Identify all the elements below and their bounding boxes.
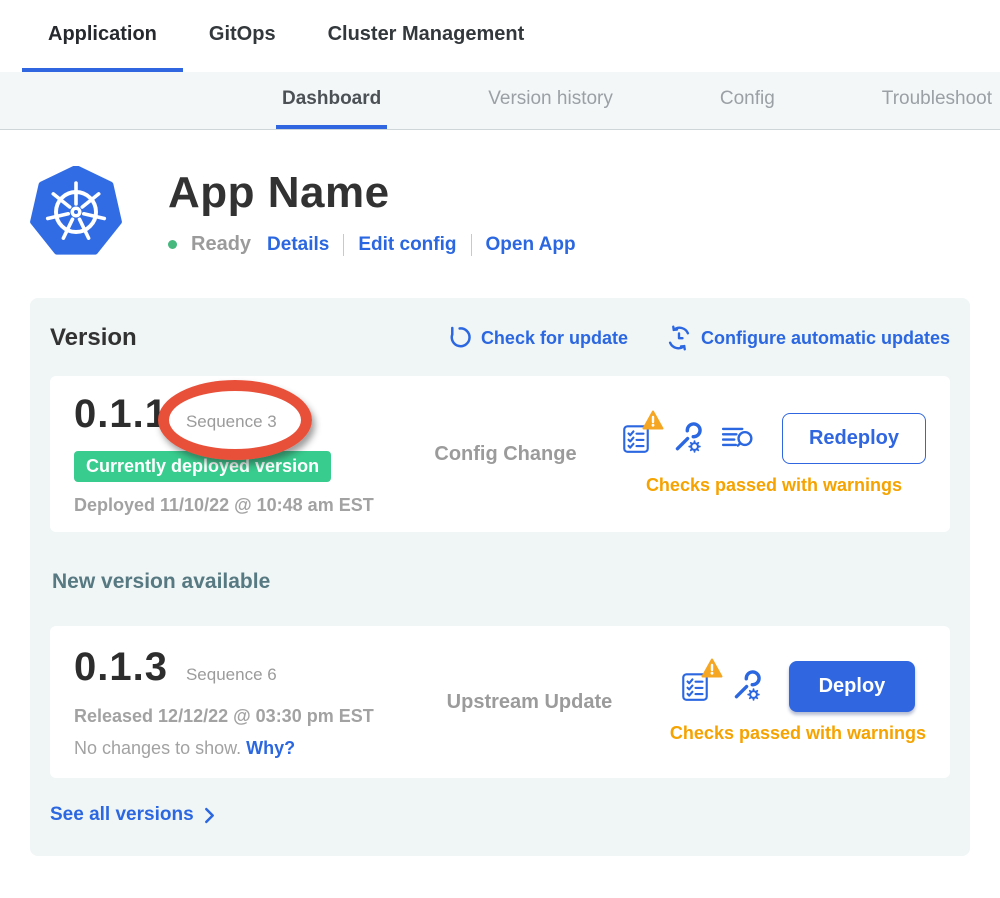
refresh-icon: [446, 325, 472, 351]
warning-triangle-icon: [642, 410, 664, 430]
version-card-title: Version: [50, 324, 137, 352]
view-diff-icon[interactable]: [722, 425, 754, 451]
released-timestamp: Released 12/12/22 @ 03:30 pm EST: [74, 706, 389, 727]
deployed-version-number: 0.1.1: [74, 392, 168, 437]
divider: [343, 234, 344, 256]
check-for-update-link[interactable]: Check for update: [446, 325, 628, 351]
deployed-checks-status: Checks passed with warnings: [646, 475, 902, 496]
available-sequence-label: Sequence 6: [186, 665, 277, 685]
no-changes-text: No changes to show.: [74, 738, 241, 758]
preflight-checks-icon[interactable]: [681, 670, 709, 702]
config-wrench-icon[interactable]: [729, 670, 761, 702]
tab-application[interactable]: Application: [22, 0, 183, 72]
tab-troubleshoot[interactable]: Troubleshoot: [876, 72, 998, 129]
open-app-link[interactable]: Open App: [486, 234, 576, 256]
redeploy-button[interactable]: Redeploy: [782, 413, 926, 464]
status-label: Ready: [191, 233, 251, 256]
deploy-button[interactable]: Deploy: [789, 661, 916, 712]
preflight-checks-icon[interactable]: [622, 422, 650, 454]
app-header: App Name Ready Details Edit config Open …: [30, 166, 1000, 258]
version-card: Version Check for update Configure autom…: [30, 298, 970, 856]
tab-gitops[interactable]: GitOps: [183, 0, 302, 72]
chevron-right-icon: [204, 807, 215, 824]
kubernetes-logo-icon: [30, 166, 122, 258]
sequence-text: Sequence 3: [186, 412, 277, 431]
primary-nav: Application GitOps Cluster Management: [0, 0, 1000, 72]
new-version-heading: New version available: [52, 570, 950, 594]
clock-refresh-icon: [666, 325, 692, 351]
deployed-timestamp: Deployed 11/10/22 @ 10:48 am EST: [74, 495, 389, 516]
deployed-sequence-label: Sequence 3: [186, 412, 277, 432]
deployed-source-type: Config Change: [389, 443, 622, 466]
check-for-update-label: Check for update: [481, 328, 628, 349]
ready-status-dot: [168, 240, 177, 249]
tab-dashboard[interactable]: Dashboard: [276, 72, 387, 129]
configure-automatic-updates-link[interactable]: Configure automatic updates: [666, 325, 950, 351]
warning-triangle-icon: [701, 658, 723, 678]
app-nav: Dashboard Version history Config Trouble…: [0, 72, 1000, 130]
divider: [471, 234, 472, 256]
available-source-type: Upstream Update: [389, 691, 670, 714]
why-link[interactable]: Why?: [246, 738, 295, 758]
available-version-number: 0.1.3: [74, 645, 168, 690]
page-title: App Name: [168, 168, 576, 218]
config-wrench-icon[interactable]: [670, 422, 702, 454]
details-link[interactable]: Details: [267, 234, 329, 256]
currently-deployed-badge: Currently deployed version: [74, 451, 331, 482]
configure-automatic-updates-label: Configure automatic updates: [701, 328, 950, 349]
available-checks-status: Checks passed with warnings: [670, 723, 926, 744]
available-release-row: 0.1.3 Sequence 6 Released 12/12/22 @ 03:…: [50, 626, 950, 778]
tab-version-history[interactable]: Version history: [482, 72, 619, 129]
tab-cluster-management[interactable]: Cluster Management: [302, 0, 551, 72]
deployed-release-row: 0.1.1 Sequence 3 Currently deployed vers…: [50, 376, 950, 532]
see-all-versions-link[interactable]: See all versions: [50, 804, 950, 826]
see-all-versions-label: See all versions: [50, 804, 194, 826]
tab-config[interactable]: Config: [714, 72, 781, 129]
edit-config-link[interactable]: Edit config: [358, 234, 456, 256]
